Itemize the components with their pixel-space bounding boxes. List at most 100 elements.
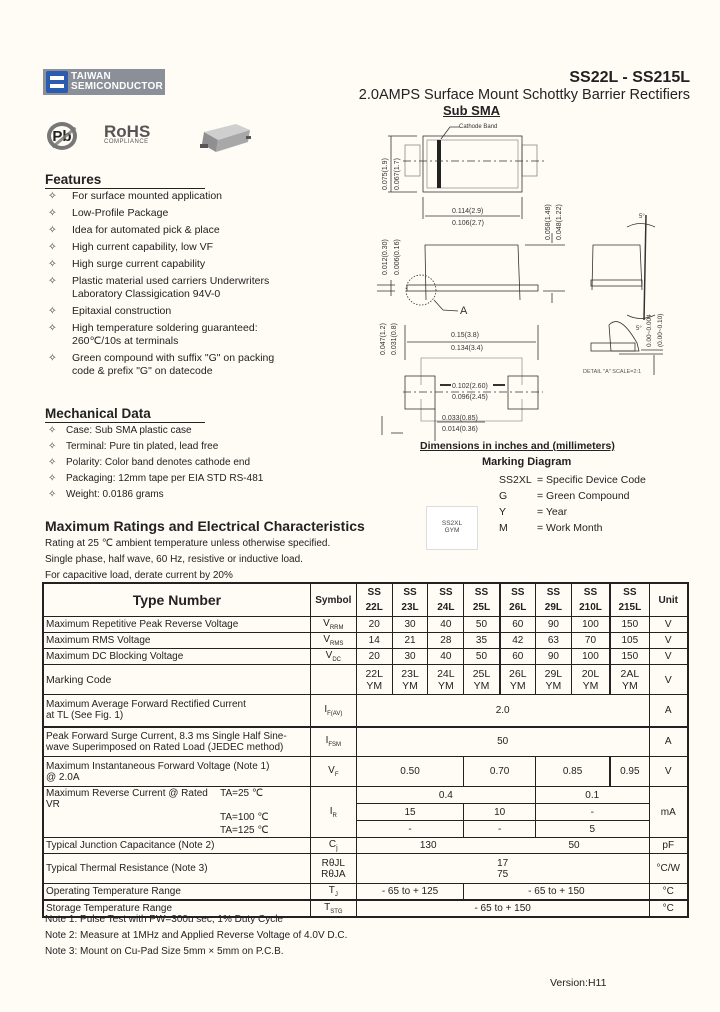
- value-cell: - 65 to + 125: [355, 883, 465, 901]
- dim-body-height-max: 0.058(1.48): [545, 204, 552, 240]
- marking-heading: Marking Diagram: [482, 456, 572, 468]
- cathode-band-mark: [437, 140, 441, 188]
- value-cell: 2AL YM: [609, 664, 650, 695]
- diamond-bullet-icon: ✧: [48, 224, 57, 236]
- param-symbol: VRMS: [309, 632, 357, 649]
- cathode-band-label: Cathode Band: [459, 124, 497, 130]
- value-cell: 10: [463, 803, 536, 821]
- unit-header: Unit: [648, 582, 689, 617]
- value-cell: 5: [534, 820, 650, 838]
- company-name-line2: SEMICONDUCTOR: [71, 81, 163, 92]
- value-cell: 50: [355, 726, 650, 757]
- table-row: Maximum RMS Voltage VRMS 14 21 28 35 42 …: [42, 632, 689, 649]
- part-header: SS 215L: [609, 582, 650, 617]
- value-cell: 20: [355, 616, 393, 633]
- part-header: SS 24L: [427, 582, 465, 617]
- mechanical-section: Mechanical Data: [45, 406, 205, 423]
- value-cell: - 65 to + 150: [463, 883, 650, 901]
- param-symbol: IFSM: [309, 726, 357, 757]
- value-cell: 150: [609, 648, 650, 665]
- diamond-bullet-icon: ✧: [48, 190, 57, 202]
- param-label: Typical Thermal Resistance (Note 3): [42, 853, 311, 884]
- table-row: Maximum DC Blocking Voltage VDC 20 30 40…: [42, 648, 689, 665]
- param-symbol: VF: [309, 756, 357, 787]
- ratings-table: Type Number Symbol SS 22L SS 23L SS 24L SS 2…: [42, 582, 689, 918]
- param-symbol: IR: [309, 786, 357, 838]
- units-note: Dimensions in inches and (millimeters): [420, 440, 615, 452]
- mechanical-item: ✧ Terminal: Pure tin plated, lead free: [48, 441, 219, 452]
- param-label: Maximum Instantaneous Forward Voltage (N…: [42, 756, 311, 787]
- diamond-bullet-icon: ✧: [48, 322, 57, 334]
- value-cell: 24L YM: [427, 664, 465, 695]
- unit-cell: V: [648, 632, 689, 649]
- table-row: Peak Forward Surge Current, 8.3 ms Singl…: [42, 726, 689, 757]
- value-cell: 150: [609, 616, 650, 633]
- diamond-bullet-icon: ✧: [48, 473, 57, 484]
- dim-lead-thickness-max: 0.012(0.30): [382, 239, 389, 275]
- value-cell: 60: [499, 616, 536, 633]
- dim-width-max: 0.114(2.9): [452, 208, 483, 215]
- param-label: Operating Temperature Range: [42, 883, 311, 901]
- param-label: Maximum RMS Voltage: [42, 632, 311, 649]
- value-cell: 35: [463, 632, 501, 649]
- type-number-header: Type Number: [42, 582, 311, 617]
- detail-dim-max: 0.00~0.004: [646, 314, 653, 347]
- param-label: Maximum DC Blocking Voltage: [42, 648, 311, 665]
- unit-cell: °C/W: [648, 853, 689, 884]
- footnote: Note 2: Measure at 1MHz and Applied Reve…: [45, 930, 348, 941]
- value-cell: 50: [463, 616, 501, 633]
- pb-free-icon: Pb: [47, 122, 77, 150]
- feature-item: ✧ High temperature soldering guaranteed: …: [48, 322, 258, 347]
- diamond-bullet-icon: ✧: [48, 207, 57, 219]
- value-cell: 30: [391, 648, 429, 665]
- rating-condition: Single phase, half wave, 60 Hz, resistiv…: [45, 554, 303, 565]
- dim-inner-max: 0.102(2.60): [452, 383, 488, 390]
- param-label: Typical Junction Capacitance (Note 2): [42, 837, 311, 854]
- part-header: SS 25L: [463, 582, 501, 617]
- footnote: Note 1: Pulse Test with PW=300u sec, 1% …: [45, 914, 283, 925]
- table-row: Operating Temperature Range TJ - 65 to +…: [42, 883, 689, 901]
- feature-item: ✧ Plastic material used carriers Underwri…: [48, 275, 270, 300]
- feature-item: ✧ Green compound with suffix "G" on packi…: [48, 352, 275, 377]
- features-heading: Features: [45, 172, 205, 189]
- detail-a-marker: A: [460, 305, 468, 317]
- value-cell: - 65 to + 150: [355, 899, 650, 918]
- detail-caption: DETAIL "A" SCALE=2:1: [583, 369, 641, 375]
- value-cell: -: [534, 803, 650, 821]
- diamond-bullet-icon: ✧: [48, 275, 57, 287]
- part-header: SS 26L: [499, 582, 536, 617]
- dim-length-min: 0.134(3.4): [451, 345, 483, 352]
- diamond-bullet-icon: ✧: [48, 258, 57, 270]
- product-description: 2.0AMPS Surface Mount Schottky Barrier R…: [358, 87, 690, 103]
- unit-cell: V: [648, 756, 689, 787]
- param-symbol: Cj: [309, 837, 357, 854]
- table-row: Maximum Average Forward Rectified Curren…: [42, 694, 689, 727]
- value-cell: 130: [355, 837, 500, 854]
- table-header-row: Type Number Symbol SS 22L SS 23L SS 24L SS 2…: [42, 582, 689, 617]
- unit-cell: pF: [648, 837, 689, 854]
- value-cell: 15: [355, 803, 465, 821]
- dim-width-min: 0.106(2.7): [452, 220, 484, 227]
- mechanical-item: ✧ Polarity: Color band denotes cathode en…: [48, 457, 251, 468]
- dim-height-min: 0.067(1.7): [394, 158, 401, 190]
- value-cell: 42: [499, 632, 536, 649]
- version-label: Version:H11: [550, 977, 607, 989]
- dim-lead-width-max: 0.033(0.85): [442, 415, 478, 422]
- unit-cell: A: [648, 726, 689, 757]
- unit-cell: V: [648, 664, 689, 695]
- param-symbol: RθJL RθJA: [309, 853, 357, 884]
- unit-cell: mA: [648, 786, 689, 838]
- part-header: SS 29L: [534, 582, 572, 617]
- marking-chip: SS2XL GYM: [426, 506, 478, 550]
- value-cell: 63: [534, 632, 572, 649]
- unit-cell: V: [648, 648, 689, 665]
- mechanical-item: ✧ Case: Sub SMA plastic case: [48, 425, 192, 436]
- marking-legend-item: SS2XL = Specific Device Code: [499, 474, 646, 486]
- value-cell: 20: [355, 648, 393, 665]
- value-cell: 20L YM: [570, 664, 612, 695]
- param-label: Maximum Average Forward Rectified Curren…: [42, 694, 311, 727]
- part-range-title: SS22L - SS215L: [569, 69, 690, 86]
- value-cell: 100: [570, 616, 612, 633]
- part-header: SS 210L: [570, 582, 612, 617]
- value-cell: 29L YM: [534, 664, 572, 695]
